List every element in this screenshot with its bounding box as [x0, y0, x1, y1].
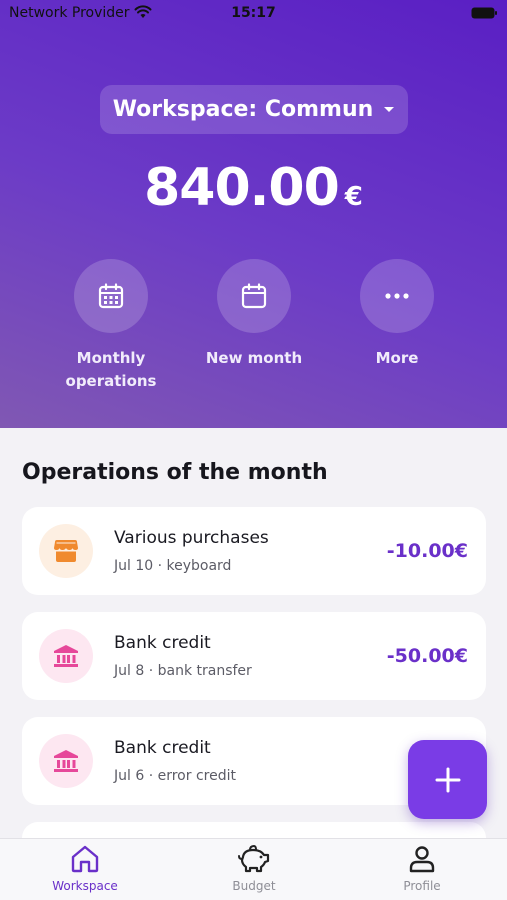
monthly-operations-button[interactable]: Monthly operations — [51, 259, 171, 393]
piggy-bank-icon — [238, 844, 270, 873]
operation-icon-badge — [39, 629, 93, 683]
tab-bar: Workspace Budget Profile — [0, 838, 507, 900]
tab-budget[interactable]: Budget — [194, 844, 314, 893]
action-circle[interactable] — [360, 259, 434, 333]
tab-label: Workspace — [52, 879, 118, 893]
operation-subtitle: Jul 8 · bank transfer — [114, 663, 252, 679]
tab-label: Budget — [232, 879, 276, 893]
operation-title: Bank credit — [114, 633, 211, 653]
operation-amount: -50.00€ — [386, 645, 468, 667]
action-label: Monthly operations — [65, 349, 157, 390]
battery-icon — [471, 7, 497, 19]
new-month-button[interactable]: New month — [194, 259, 314, 370]
caret-down-icon — [384, 106, 395, 112]
operation-title: Bank credit — [114, 738, 211, 758]
shop-icon — [54, 540, 78, 562]
operation-title: Various purchases — [114, 528, 269, 548]
operation-subtitle: Jul 6 · error credit — [114, 768, 236, 784]
workspace-selector[interactable]: Workspace: Commun — [100, 85, 408, 134]
balance-amount: 840.00 — [144, 158, 340, 218]
operation-row[interactable]: Various purchases Jul 10 · keyboard -10.… — [22, 507, 486, 595]
calendar-icon — [241, 283, 267, 309]
workspace-label: Workspace: Commun — [112, 97, 374, 122]
action-circle[interactable] — [74, 259, 148, 333]
action-label: More — [375, 349, 419, 367]
section-title: Operations of the month — [22, 460, 328, 485]
home-icon — [71, 845, 99, 873]
balance-display: 840.00 € — [0, 158, 507, 218]
more-button[interactable]: More — [337, 259, 457, 370]
tab-workspace[interactable]: Workspace — [25, 845, 145, 893]
status-bar: Network Provider 15:17 — [0, 0, 507, 28]
operation-icon-badge — [39, 734, 93, 788]
action-label: New month — [205, 349, 303, 367]
action-circle[interactable] — [217, 259, 291, 333]
operation-icon-badge — [39, 524, 93, 578]
operation-amount: -10.00€ — [386, 540, 468, 562]
tab-profile[interactable]: Profile — [362, 845, 482, 893]
bank-icon — [54, 645, 78, 667]
operation-row-partial[interactable] — [22, 822, 486, 838]
tab-label: Profile — [403, 879, 441, 893]
bank-icon — [54, 750, 78, 772]
more-dots-icon — [385, 293, 409, 299]
operation-row[interactable]: Bank credit Jul 8 · bank transfer -50.00… — [22, 612, 486, 700]
plus-icon — [435, 767, 460, 792]
add-operation-button[interactable] — [408, 740, 487, 819]
clock: 15:17 — [231, 5, 276, 21]
balance-currency: € — [344, 182, 363, 212]
user-icon — [409, 846, 435, 873]
header-panel: Network Provider 15:17 Workspace: Commun… — [0, 0, 507, 428]
calendar-grid-icon — [98, 283, 124, 309]
operation-subtitle: Jul 10 · keyboard — [114, 558, 232, 574]
